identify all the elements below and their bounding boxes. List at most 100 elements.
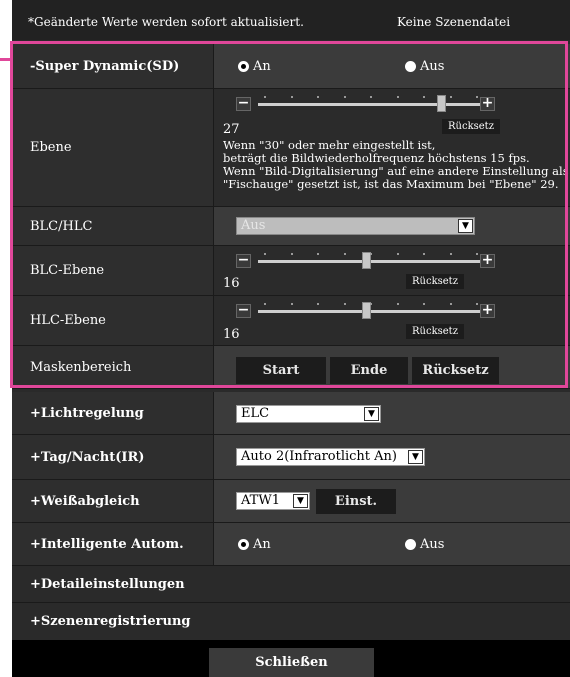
mask-area-label: Maskenbereich xyxy=(12,346,213,388)
slider-tick xyxy=(476,96,478,98)
close-button[interactable]: Schließen xyxy=(209,648,374,677)
row-detail-settings[interactable]: +Detaileinstellungen xyxy=(12,566,570,603)
ebene-slider-thumb[interactable] xyxy=(437,95,446,112)
row-hlc-level: HLC-Ebene − + 16 Rücksetz xyxy=(12,296,570,346)
row-ebene: Ebene − + 27 Rücksetz Wenn "30" oder meh… xyxy=(12,89,570,207)
ebene-value: − + 27 Rücksetz Wenn "30" oder mehr eing… xyxy=(214,89,570,206)
blc-hlc-label: BLC/HLC xyxy=(12,207,213,245)
ebene-description: Wenn "30" oder mehr eingestellt ist, bet… xyxy=(223,139,569,191)
day-night-select[interactable]: Auto 2(Infrarotlicht An) ▼ xyxy=(236,448,425,466)
slider-tick xyxy=(264,303,266,305)
row-light-control: +Lichtregelung ELC ▼ xyxy=(12,392,570,435)
slider-tick xyxy=(423,253,425,255)
hlc-level-number: 16 xyxy=(223,327,240,342)
mask-start-button[interactable]: Start xyxy=(236,357,326,384)
radio-selected-icon xyxy=(238,61,249,72)
row-day-night: +Tag/Nacht(IR) Auto 2(Infrarotlicht An) … xyxy=(12,435,570,480)
ebene-label: Ebene xyxy=(12,89,213,206)
radio-selected-icon xyxy=(238,539,249,550)
slider-tick xyxy=(423,96,425,98)
ebene-reset-button[interactable]: Rücksetz xyxy=(442,119,500,134)
slider-tick xyxy=(343,303,346,305)
slider-tick xyxy=(317,96,319,98)
blc-hlc-value: Aus ▼ xyxy=(214,207,570,245)
day-night-selected: Auto 2(Infrarotlicht An) xyxy=(241,449,397,464)
sd-radio-on[interactable]: An xyxy=(238,59,271,74)
ia-on-label: An xyxy=(253,537,271,552)
row-scene-registration[interactable]: +Szenenregistrierung xyxy=(12,603,570,639)
slider-tick xyxy=(476,253,478,255)
white-balance-set-button[interactable]: Einst. xyxy=(316,489,396,514)
slider-tick xyxy=(370,253,372,255)
slider-tick xyxy=(370,303,372,305)
slider-tick xyxy=(343,253,346,255)
row-blc-level: BLC-Ebene − + 16 Rücksetz xyxy=(12,246,570,296)
sd-on-label: An xyxy=(253,59,271,74)
blc-level-label: BLC-Ebene xyxy=(12,246,213,295)
hlc-plus-button[interactable]: + xyxy=(480,303,495,318)
slider-tick xyxy=(370,96,372,98)
ebene-minus-button[interactable]: − xyxy=(236,96,251,111)
blc-reset-button[interactable]: Rücksetz xyxy=(406,274,464,289)
blc-plus-button[interactable]: + xyxy=(480,253,495,268)
slider-tick xyxy=(476,303,478,305)
mask-area-value: Start Ende Rücksetz xyxy=(214,346,570,388)
intelligent-auto-value: An Aus xyxy=(214,523,570,565)
slider-tick xyxy=(317,253,319,255)
desc-line: "Fischauge" gesetzt ist, ist das Maximum… xyxy=(223,177,559,191)
ebene-number: 27 xyxy=(223,122,240,137)
radio-unselected-icon xyxy=(405,539,416,550)
hlc-level-label: HLC-Ebene xyxy=(12,296,213,345)
slider-tick xyxy=(449,253,452,255)
row-blc-hlc: BLC/HLC Aus ▼ xyxy=(12,207,570,246)
scene-registration-label[interactable]: +Szenenregistrierung xyxy=(12,603,570,639)
scene-file-status: Keine Szenendatei xyxy=(397,15,511,29)
slider-tick xyxy=(423,303,425,305)
blc-hlc-selected: Aus xyxy=(241,218,266,233)
row-white-balance: +Weißabgleich ATW1 ▼ Einst. xyxy=(12,480,570,523)
blc-level-value: − + 16 Rücksetz xyxy=(214,246,570,295)
update-note: *Geänderte Werte werden sofort aktualisi… xyxy=(28,15,304,29)
row-intelligent-auto: +Intelligente Autom. An Aus xyxy=(12,523,570,566)
white-balance-value: ATW1 ▼ Einst. xyxy=(214,480,570,522)
super-dynamic-label: -Super Dynamic(SD) xyxy=(12,44,213,88)
slider-tick xyxy=(449,303,452,305)
slider-tick xyxy=(449,96,452,98)
hlc-minus-button[interactable]: − xyxy=(236,303,251,318)
day-night-value: Auto 2(Infrarotlicht An) ▼ xyxy=(214,435,570,479)
ebene-plus-button[interactable]: + xyxy=(480,96,495,111)
slider-tick xyxy=(264,253,266,255)
light-selected: ELC xyxy=(241,406,270,421)
hlc-level-value: − + 16 Rücksetz xyxy=(214,296,570,345)
light-control-label: +Lichtregelung xyxy=(12,392,213,434)
sd-radio-off[interactable]: Aus xyxy=(405,59,444,74)
hlc-reset-button[interactable]: Rücksetz xyxy=(406,324,464,339)
mask-reset-button[interactable]: Rücksetz xyxy=(412,357,499,384)
white-balance-selected: ATW1 xyxy=(241,493,280,508)
ia-off-label: Aus xyxy=(420,537,445,552)
sd-pointer-mark xyxy=(0,58,10,61)
ia-radio-off[interactable]: Aus xyxy=(405,537,444,552)
detail-settings-label[interactable]: +Detaileinstellungen xyxy=(12,566,570,602)
blc-minus-button[interactable]: − xyxy=(236,253,251,268)
ia-radio-on[interactable]: An xyxy=(238,537,271,552)
white-balance-select[interactable]: ATW1 ▼ xyxy=(236,492,310,510)
day-night-label: +Tag/Nacht(IR) xyxy=(12,435,213,479)
chevron-down-icon: ▼ xyxy=(458,219,473,233)
mask-end-button[interactable]: Ende xyxy=(330,357,408,384)
panel-header: *Geänderte Werte werden sofort aktualisi… xyxy=(12,0,570,40)
ebene-slider-track[interactable] xyxy=(258,103,482,106)
slider-tick xyxy=(396,253,399,255)
slider-tick xyxy=(290,303,293,305)
image-adjust-panel: *Geänderte Werte werden sofort aktualisi… xyxy=(12,0,570,677)
super-dynamic-value: An Aus xyxy=(214,44,570,88)
blc-hlc-select[interactable]: Aus ▼ xyxy=(236,217,475,235)
light-control-select[interactable]: ELC ▼ xyxy=(236,405,381,423)
slider-tick xyxy=(317,303,319,305)
slider-tick xyxy=(290,96,293,98)
intelligent-auto-label: +Intelligente Autom. xyxy=(12,523,213,565)
chevron-down-icon: ▼ xyxy=(408,450,423,464)
slider-tick xyxy=(290,253,293,255)
blc-level-number: 16 xyxy=(223,276,240,291)
slider-tick xyxy=(343,96,346,98)
